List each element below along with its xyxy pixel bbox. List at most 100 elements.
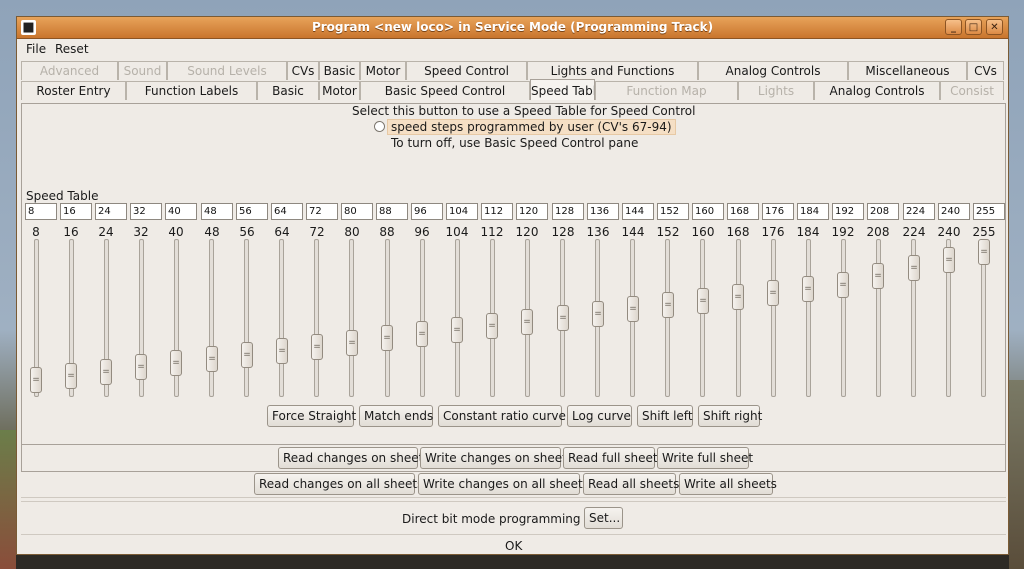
speed-step-slider-thumb[interactable]: = [486, 313, 498, 339]
speed-step-slider-track[interactable] [314, 239, 319, 397]
tab-analog-controls[interactable]: Analog Controls [698, 61, 848, 80]
speed-step-slider-track[interactable] [841, 239, 846, 397]
speed-step-slider-thumb[interactable]: = [627, 296, 639, 322]
speed-step-slider-thumb[interactable]: = [276, 338, 288, 364]
speed-step-slider-track[interactable] [806, 239, 811, 397]
cv-value-field[interactable] [762, 203, 794, 220]
speed-step-slider-thumb[interactable]: = [802, 276, 814, 302]
cv-value-field[interactable] [341, 203, 373, 220]
tab-function-labels[interactable]: Function Labels [126, 81, 257, 100]
cv-value-field[interactable] [797, 203, 829, 220]
cv-value-field[interactable] [60, 203, 92, 220]
cv-value-field[interactable] [271, 203, 303, 220]
tab-lights-and-functions[interactable]: Lights and Functions [527, 61, 698, 80]
log-curve-button[interactable]: Log curve [567, 405, 632, 427]
cv-value-field[interactable] [95, 203, 127, 220]
tab-analog-controls[interactable]: Analog Controls [814, 81, 940, 100]
force-straight-button[interactable]: Force Straight [267, 405, 356, 427]
speed-step-slider-track[interactable] [209, 239, 214, 397]
ok-button[interactable]: OK [505, 539, 522, 553]
cv-value-field[interactable] [25, 203, 57, 220]
cv-value-field[interactable] [376, 203, 408, 220]
speed-step-slider-thumb[interactable]: = [416, 321, 428, 347]
speed-table-radio-label[interactable]: speed steps programmed by user (CV's 67-… [387, 119, 676, 135]
direct-bit-set-button[interactable]: Set... [584, 507, 623, 529]
speed-step-slider-thumb[interactable]: = [978, 239, 990, 265]
write-changes-on-sheet-button[interactable]: Write changes on sheet [420, 447, 567, 469]
speed-step-slider-thumb[interactable]: = [837, 272, 849, 298]
cv-value-field[interactable] [903, 203, 935, 220]
write-all-sheets-button[interactable]: Write all sheets [679, 473, 777, 495]
speed-step-slider-thumb[interactable]: = [451, 317, 463, 343]
cv-value-field[interactable] [306, 203, 338, 220]
speed-step-slider-thumb[interactable]: = [346, 330, 358, 356]
cv-value-field[interactable] [692, 203, 724, 220]
read-changes-on-sheet-button[interactable]: Read changes on sheet [278, 447, 423, 469]
speed-table-radio[interactable] [374, 121, 385, 132]
shift-right-button[interactable]: Shift right [698, 405, 762, 427]
speed-step-slider-thumb[interactable]: = [65, 363, 77, 389]
tab-basic[interactable]: Basic [257, 81, 319, 100]
tab-cvs[interactable]: CVs [287, 61, 319, 80]
cv-value-field[interactable] [657, 203, 689, 220]
speed-step-slider-thumb[interactable]: = [592, 301, 604, 327]
write-changes-on-all-sheets-button[interactable]: Write changes on all sheets [418, 473, 589, 495]
speed-step-slider-thumb[interactable]: = [557, 305, 569, 331]
speed-step-slider-thumb[interactable]: = [135, 354, 147, 380]
speed-step-slider-track[interactable] [736, 239, 741, 397]
tab-cvs[interactable]: CVs [967, 61, 1004, 80]
cv-value-field[interactable] [867, 203, 899, 220]
speed-step-slider-track[interactable] [385, 239, 390, 397]
shift-left-button[interactable]: Shift left [637, 405, 693, 427]
cv-value-field[interactable] [552, 203, 584, 220]
speed-step-slider-track[interactable] [420, 239, 425, 397]
cv-value-field[interactable] [973, 203, 1005, 220]
close-button[interactable]: ✕ [986, 19, 1003, 35]
cv-value-field[interactable] [201, 203, 233, 220]
speed-step-slider-track[interactable] [771, 239, 776, 397]
speed-step-slider-thumb[interactable]: = [732, 284, 744, 310]
speed-step-slider-thumb[interactable]: = [521, 309, 533, 335]
title-bar[interactable]: ■ Program <new loco> in Service Mode (Pr… [17, 17, 1008, 39]
speed-step-slider-thumb[interactable]: = [697, 288, 709, 314]
match-ends-button[interactable]: Match ends [359, 405, 433, 427]
speed-step-slider-track[interactable] [349, 239, 354, 397]
cv-value-field[interactable] [236, 203, 268, 220]
tab-speed-table[interactable]: Speed Table [530, 79, 595, 100]
cv-value-field[interactable] [411, 203, 443, 220]
tab-basic[interactable]: Basic [319, 61, 360, 80]
speed-step-slider-thumb[interactable]: = [30, 367, 42, 393]
tab-motor[interactable]: Motor [360, 61, 406, 80]
tab-speed-control[interactable]: Speed Control [406, 61, 527, 80]
speed-step-slider-thumb[interactable]: = [381, 325, 393, 351]
minimize-button[interactable]: _ [945, 19, 962, 35]
tab-basic-speed-control[interactable]: Basic Speed Control [360, 81, 530, 100]
speed-step-slider-thumb[interactable]: = [943, 247, 955, 273]
cv-value-field[interactable] [130, 203, 162, 220]
constant-ratio-curve-button[interactable]: Constant ratio curve [438, 405, 566, 427]
speed-step-slider-thumb[interactable]: = [872, 263, 884, 289]
tab-roster-entry[interactable]: Roster Entry [21, 81, 126, 100]
read-changes-on-all-sheets-button[interactable]: Read changes on all sheets [254, 473, 423, 495]
cv-value-field[interactable] [516, 203, 548, 220]
cv-value-field[interactable] [587, 203, 619, 220]
speed-step-slider-track[interactable] [700, 239, 705, 397]
speed-step-slider-track[interactable] [665, 239, 670, 397]
cv-value-field[interactable] [446, 203, 478, 220]
cv-value-field[interactable] [165, 203, 197, 220]
tab-miscellaneous[interactable]: Miscellaneous [848, 61, 967, 80]
menu-file[interactable]: File [26, 42, 46, 56]
speed-step-slider-thumb[interactable]: = [100, 359, 112, 385]
speed-step-slider-thumb[interactable]: = [206, 346, 218, 372]
write-full-sheet-button[interactable]: Write full sheet [657, 447, 753, 469]
speed-step-slider-track[interactable] [244, 239, 249, 397]
maximize-button[interactable]: □ [965, 19, 982, 35]
read-full-sheet-button[interactable]: Read full sheet [563, 447, 658, 469]
speed-step-slider-thumb[interactable]: = [662, 292, 674, 318]
cv-value-field[interactable] [727, 203, 759, 220]
speed-step-slider-thumb[interactable]: = [170, 350, 182, 376]
cv-value-field[interactable] [938, 203, 970, 220]
speed-step-slider-track[interactable] [279, 239, 284, 397]
speed-step-slider-thumb[interactable]: = [241, 342, 253, 368]
cv-value-field[interactable] [481, 203, 513, 220]
